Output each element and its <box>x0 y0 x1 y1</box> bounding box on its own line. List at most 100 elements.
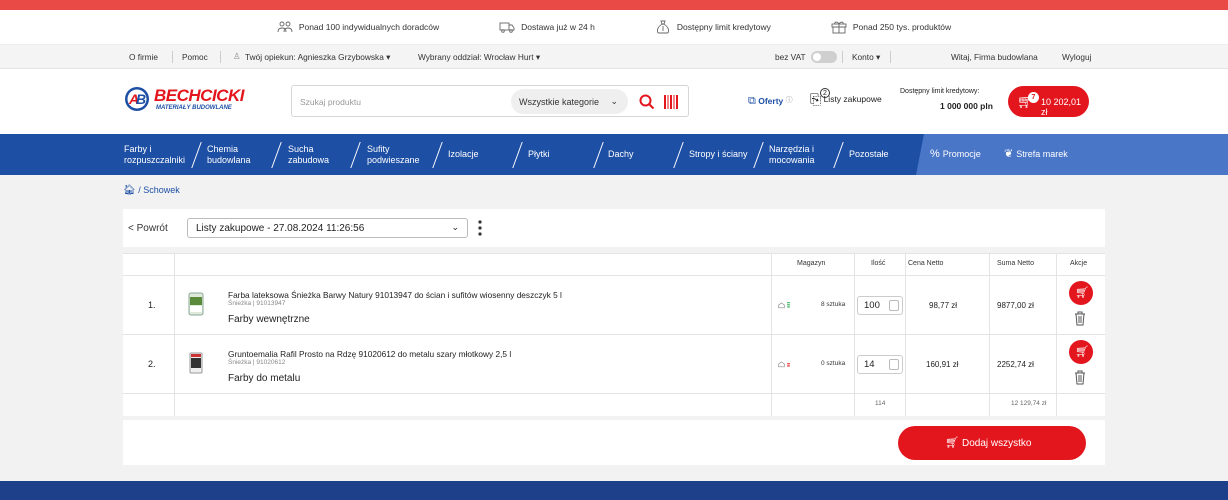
nav-label: podwieszane <box>367 154 420 165</box>
product-category: Farby wewnętrzne <box>228 314 310 325</box>
shopping-list-table: Magazyn Ilość Cena Netto Suma Netto Akcj… <box>123 253 1105 416</box>
more-options-icon[interactable] <box>477 219 483 237</box>
cart-button[interactable]: 🛒︎ 7 10 202,01 zł <box>1008 86 1089 117</box>
vat-label: bez VAT <box>775 52 806 62</box>
product-name[interactable]: Gruntoemalia Rafil Prosto na Rdzę 910206… <box>228 349 511 359</box>
promo-credit-label: Dostępny limit kredytowy <box>676 22 771 32</box>
nav-label: Strefa marek <box>1016 149 1068 159</box>
column-header-qty: Ilość <box>871 260 886 267</box>
column-header-warehouse: Magazyn <box>797 260 826 267</box>
quantity-stepper[interactable]: 100 <box>857 296 903 315</box>
nav-item-tools[interactable]: Narzędzia i mocowania <box>769 134 815 175</box>
welcome-text: Witaj, Firma budowlana <box>951 52 1038 62</box>
nav-label: Sucha <box>288 143 314 154</box>
util-divider <box>842 51 843 63</box>
quantity-value: 100 <box>864 300 880 311</box>
stock-quantity: 8 sztuka <box>821 301 846 308</box>
nav-item-paints[interactable]: Farby i rozpuszczalniki <box>124 134 185 175</box>
branch-dropdown[interactable]: Wybrany oddział: Wrocław Hurt ▾ <box>418 52 540 62</box>
product-brand-sku: Śnieżka | 91020612 <box>228 359 286 366</box>
shopping-lists-link[interactable]: ⎘ 2 Listy zakupowe <box>810 88 882 108</box>
cart-icon: 🛒︎ <box>1075 346 1089 358</box>
nav-item-roofs[interactable]: Dachy <box>608 134 634 175</box>
about-link[interactable]: O firmie <box>129 52 158 62</box>
nav-item-other[interactable]: Pozostałe <box>849 134 889 175</box>
nav-item-tiles[interactable]: Płytki <box>528 134 550 175</box>
nav-label: Pozostałe <box>849 149 889 159</box>
footer-bar <box>0 481 1228 500</box>
add-all-panel: 🛒︎ Dodaj wszystko <box>123 420 1105 465</box>
table-divider <box>771 253 772 416</box>
nav-item-drywall[interactable]: Sucha zabudowa <box>288 134 329 175</box>
promo-advisors-label: Ponad 100 indywidualnych doradców <box>298 22 440 32</box>
row-number: 1. <box>148 300 156 310</box>
lists-label: Listy zakupowe <box>823 94 882 104</box>
nav-label: Promocje <box>942 149 981 159</box>
nav-label: Dachy <box>608 149 634 159</box>
info-icon: ⓘ <box>785 97 793 104</box>
trash-icon[interactable] <box>1074 370 1086 385</box>
warehouse-icon <box>778 361 790 368</box>
advisors-icon <box>277 21 293 33</box>
nav-item-ceilings[interactable]: Sufity podwieszane <box>367 134 420 175</box>
logo-subtitle: MATERIAŁY BUDOWLANE <box>156 105 232 111</box>
nav-divider <box>753 142 764 168</box>
nav-label: Farby i <box>124 143 152 154</box>
nav-item-promotions[interactable]: % Promocje <box>930 134 981 175</box>
add-all-button[interactable]: 🛒︎ Dodaj wszystko <box>898 426 1086 460</box>
header: A B BECHCICKI MATERIAŁY BUDOWLANE Szukaj… <box>0 69 1228 134</box>
column-header-net-price: Cena Netto <box>908 260 944 267</box>
offers-icon: ⧉ <box>748 95 756 107</box>
logout-link[interactable]: Wyloguj <box>1062 52 1091 62</box>
product-thumbnail[interactable] <box>188 350 204 376</box>
category-select[interactable]: Wszystkie kategorie ⌄ <box>511 89 628 114</box>
total-quantity: 114 <box>875 400 886 407</box>
credit-label: Dostępny limit kredytowy: <box>900 88 980 95</box>
account-dropdown[interactable]: Konto ▾ <box>852 52 880 62</box>
vat-toggle[interactable] <box>811 51 837 63</box>
product-name[interactable]: Farba lateksowa Śnieżka Barwy Natury 910… <box>228 290 562 300</box>
barcode-icon[interactable] <box>664 95 678 109</box>
nav-item-insulation[interactable]: Izolacje <box>448 134 479 175</box>
nav-label: Sufity <box>367 143 390 154</box>
trash-icon[interactable] <box>1074 311 1086 326</box>
back-button[interactable]: < Powrót <box>128 223 168 234</box>
nav-item-walls[interactable]: Stropy i ściany <box>689 134 748 175</box>
offers-link[interactable]: ⧉ Oferty ⓘ <box>748 95 793 108</box>
util-divider <box>890 51 891 63</box>
stepper-arrows-icon[interactable] <box>889 359 899 370</box>
add-to-cart-button[interactable]: 🛒︎ <box>1069 340 1093 364</box>
chevron-down-icon: ⌄ <box>610 96 618 106</box>
promo-delivery-label: Dostawa już w 24 h <box>521 22 595 32</box>
caretaker-label: Twój opiekun: Agnieszka Grzybowska <box>245 52 384 62</box>
account-label: Konto <box>852 52 874 62</box>
cart-total: 10 202,01 zł <box>1041 97 1082 117</box>
table-divider <box>1056 253 1057 416</box>
product-brand-sku: Śnieżka | 91013947 <box>228 300 286 307</box>
search-input[interactable]: Szukaj produktu <box>300 97 361 107</box>
nav-item-brands[interactable]: ❦ Strefa marek <box>1004 134 1068 175</box>
percent-icon: % <box>930 148 940 160</box>
promo-item-products: Ponad 250 tys. produktów <box>831 20 951 34</box>
stepper-arrows-icon[interactable] <box>889 300 899 311</box>
util-divider <box>172 51 173 63</box>
search-icon[interactable] <box>639 94 655 110</box>
nav-divider <box>833 142 844 168</box>
product-thumbnail[interactable] <box>188 291 204 317</box>
breadcrumb-separator: / <box>138 185 141 195</box>
bechcicki-logo[interactable]: A B BECHCICKI MATERIAŁY BUDOWLANE <box>124 85 259 115</box>
caretaker-dropdown[interactable]: Twój opiekun: Agnieszka Grzybowska ▾ <box>245 52 390 62</box>
money-bag-icon <box>656 20 669 34</box>
quantity-stepper[interactable]: 14 <box>857 355 903 374</box>
nav-divider <box>350 142 361 168</box>
nav-label: Izolacje <box>448 149 479 159</box>
shopping-list-select[interactable]: Listy zakupowe - 27.08.2024 11:26:56 ⌄ <box>187 218 468 238</box>
nav-item-chemistry[interactable]: Chemia budowlana <box>207 134 251 175</box>
home-icon[interactable]: 🏠︎ <box>123 185 136 196</box>
nav-label: zabudowa <box>288 154 330 165</box>
help-link[interactable]: Pomoc <box>182 52 208 62</box>
promo-products-label: Ponad 250 tys. produktów <box>852 22 952 32</box>
add-to-cart-button[interactable]: 🛒︎ <box>1069 281 1093 305</box>
gift-icon <box>831 21 847 34</box>
breadcrumb-current: Schowek <box>143 185 180 195</box>
